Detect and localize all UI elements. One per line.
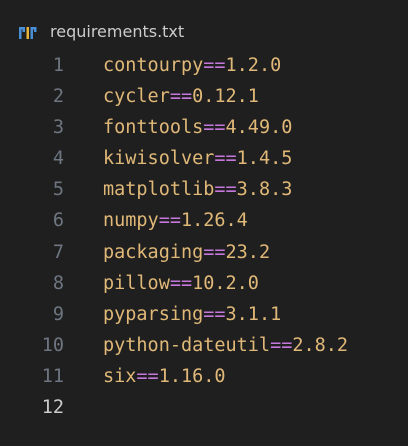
- code-line[interactable]: 2 cycler==0.12.1: [0, 81, 408, 112]
- version-number: 1.2.0: [225, 55, 282, 76]
- line-number: 12: [41, 397, 64, 419]
- code-line[interactable]: 3 fonttools==4.49.0: [0, 112, 408, 143]
- version-number: 4.49.0: [225, 117, 293, 139]
- line-number: 9: [52, 303, 64, 325]
- package-name: packaging: [103, 241, 204, 263]
- line-number: 1: [52, 55, 64, 76]
- version-number: 1.16.0: [158, 365, 226, 387]
- line-content[interactable]: packaging==23.2: [103, 237, 270, 268]
- line-number: 3: [52, 117, 64, 139]
- code-line[interactable]: 8 pillow==10.2.0: [0, 268, 408, 299]
- package-name: cycler: [103, 86, 170, 108]
- package-name: pillow: [103, 272, 170, 294]
- line-number: 5: [52, 179, 64, 201]
- version-operator: ==: [270, 334, 293, 356]
- version-number: 10.2.0: [192, 272, 259, 294]
- line-number: 4: [52, 148, 64, 170]
- line-content[interactable]: kiwisolver==1.4.5: [103, 143, 292, 174]
- line-number: 11: [41, 365, 64, 387]
- package-name: numpy: [103, 210, 159, 232]
- version-operator: ==: [203, 241, 226, 263]
- code-line[interactable]: 11 six==1.16.0: [0, 361, 408, 392]
- line-content[interactable]: matplotlib==3.8.3: [103, 174, 292, 205]
- file-header: requirements.txt: [0, 0, 408, 46]
- version-number: 0.12.1: [192, 86, 259, 108]
- package-name: python-dateutil: [103, 334, 271, 356]
- code-line[interactable]: 10 python-dateutil==2.8.2: [0, 330, 408, 361]
- package-name: kiwisolver: [103, 148, 215, 170]
- package-name: pyparsing: [103, 303, 204, 325]
- code-area[interactable]: 1 contourpy==1.2.0 2 cycler==0.12.1 3 fonttoo…: [0, 50, 408, 423]
- code-line[interactable]: 7 packaging==23.2: [0, 237, 408, 268]
- version-number: 23.2: [225, 241, 271, 263]
- line-content[interactable]: six==1.16.0: [103, 361, 226, 392]
- version-number: 1.26.4: [180, 210, 248, 232]
- code-line[interactable]: 1 contourpy==1.2.0: [0, 50, 408, 81]
- version-operator: ==: [158, 210, 181, 232]
- editor: requirements.txt 1 contourpy==1.2.0 2 cycle…: [0, 0, 408, 446]
- code-line[interactable]: 5 matplotlib==3.8.3: [0, 174, 408, 205]
- package-name: six: [103, 365, 137, 387]
- code-line[interactable]: 9 pyparsing==3.1.1: [0, 299, 408, 330]
- code-line[interactable]: 4 kiwisolver==1.4.5: [0, 143, 408, 174]
- line-number: 8: [52, 272, 64, 294]
- line-content[interactable]: pyparsing==3.1.1: [103, 299, 281, 330]
- line-number: 2: [52, 86, 64, 108]
- version-operator: ==: [136, 365, 159, 387]
- line-content[interactable]: cycler==0.12.1: [103, 81, 259, 112]
- package-name: matplotlib: [103, 179, 215, 201]
- pip-icon: [19, 27, 37, 39]
- code-line[interactable]: 6 numpy==1.26.4: [0, 205, 408, 236]
- line-content[interactable]: fonttools==4.49.0: [103, 112, 292, 143]
- package-name: contourpy: [103, 55, 204, 76]
- line-number: 7: [52, 241, 64, 263]
- line-content[interactable]: numpy==1.26.4: [103, 205, 248, 236]
- line-number: 10: [41, 334, 64, 356]
- version-number: 3.1.1: [225, 303, 282, 325]
- package-name: fonttools: [103, 117, 204, 139]
- version-operator: ==: [214, 148, 237, 170]
- version-operator: ==: [203, 55, 226, 76]
- file-name[interactable]: requirements.txt: [50, 20, 184, 44]
- code-line[interactable]: 12: [0, 392, 408, 423]
- version-number: 1.4.5: [236, 148, 293, 170]
- version-operator: ==: [169, 86, 193, 108]
- version-number: 2.8.2: [292, 334, 349, 356]
- version-operator: ==: [169, 272, 193, 294]
- line-number: 6: [52, 210, 64, 232]
- line-content[interactable]: python-dateutil==2.8.2: [103, 330, 348, 361]
- line-content[interactable]: contourpy==1.2.0: [103, 50, 281, 81]
- version-operator: ==: [203, 117, 226, 139]
- version-operator: ==: [203, 303, 226, 325]
- line-content[interactable]: pillow==10.2.0: [103, 268, 259, 299]
- version-operator: ==: [214, 179, 237, 201]
- version-number: 3.8.3: [236, 179, 293, 201]
